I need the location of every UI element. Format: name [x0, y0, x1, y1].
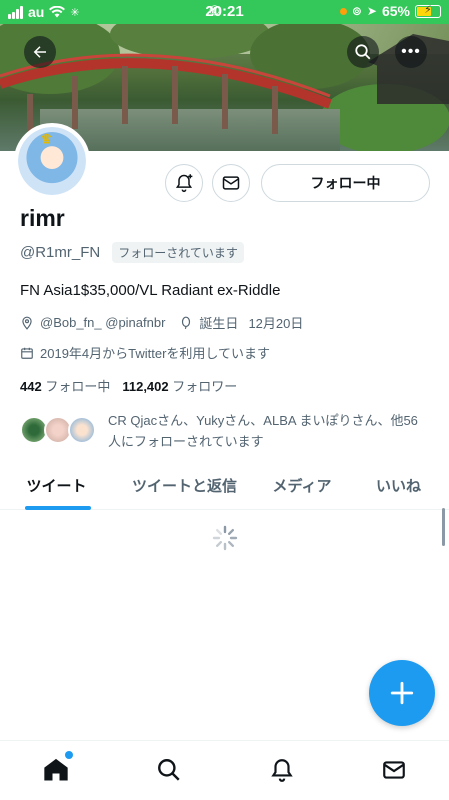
home-icon	[44, 758, 68, 781]
followers-label: フォロワー	[172, 379, 238, 394]
plus-icon	[390, 681, 414, 705]
phone-icon: ✆	[209, 3, 220, 18]
joined-text: 2019年4月からTwitterを利用しています	[40, 346, 271, 361]
followed-by-row[interactable]: CR Qjacさん、Yukyさん、ALBA まいぽりさん、他56人にフォローされ…	[20, 410, 430, 452]
battery-percent: 65%	[381, 3, 410, 19]
tab-label: ツイートと返信	[131, 477, 237, 495]
followed-by-text: CR Qjacさん、Yukyさん、ALBA まいぽりさん、他56人にフォローされ…	[108, 413, 418, 449]
birthday-label: 誕生日	[199, 316, 239, 331]
mail-icon	[383, 761, 405, 779]
profile-tabs: ツイート ツイートと返信 メディア いいね	[0, 462, 449, 510]
notification-dot	[65, 751, 73, 759]
tab-label: いいね	[375, 477, 421, 495]
active-tab-indicator	[25, 506, 91, 510]
rotation-lock-icon: ⊚	[351, 4, 362, 18]
mini-avatar	[68, 416, 96, 444]
more-horizontal-icon: •••	[401, 43, 421, 60]
compose-tweet-button[interactable]	[369, 660, 435, 726]
arrow-left-icon	[33, 46, 46, 58]
followers-stat[interactable]: 112,402 フォロワー	[122, 376, 237, 395]
location-icon: ➤	[366, 4, 377, 18]
charging-bolt-icon: ⚡	[424, 3, 432, 16]
notify-button[interactable]	[165, 164, 203, 202]
followed-by-avatars	[20, 416, 100, 446]
user-handle: @R1mr_FN	[20, 244, 101, 261]
status-bar: au ✳ 20:21 ✆ ⊚ ➤ 65% ⚡	[0, 0, 449, 24]
tab-label: メディア	[272, 477, 332, 495]
birthday-value: 12月20日	[248, 316, 304, 331]
loading-spinner-icon	[212, 525, 238, 551]
bottom-nav	[0, 740, 449, 800]
nav-messages[interactable]	[379, 755, 409, 785]
profile-bio: FN Asia1$35,000/VL Radiant ex-Riddle	[20, 282, 281, 299]
back-button[interactable]	[24, 36, 56, 68]
location-row: @Bob_fn_ @pinafnbr 誕生日 12月20日	[20, 313, 303, 332]
more-button[interactable]: •••	[395, 36, 427, 68]
tab-media[interactable]: メディア	[256, 462, 348, 508]
followers-count: 112,402	[122, 379, 169, 394]
nav-home[interactable]	[41, 751, 73, 785]
bell-plus-icon	[175, 174, 193, 193]
tab-tweets-and-replies[interactable]: ツイートと返信	[113, 462, 256, 508]
handle-row: @R1mr_FN フォローされています	[20, 242, 244, 263]
search-button[interactable]	[347, 36, 379, 68]
tab-label: ツイート	[26, 477, 87, 495]
bell-icon	[271, 759, 293, 782]
avatar[interactable]: ♛	[14, 123, 90, 199]
search-icon	[355, 44, 371, 60]
nav-notifications[interactable]	[267, 755, 297, 785]
scrollbar[interactable]	[442, 508, 445, 546]
tab-likes[interactable]: いいね	[348, 462, 449, 508]
mail-icon	[222, 176, 240, 190]
balloon-icon	[182, 316, 191, 329]
following-label: フォロー中	[45, 379, 111, 394]
following-button[interactable]: フォロー中	[261, 164, 430, 202]
follows-you-badge: フォローされています	[112, 242, 244, 263]
follow-stats: 442 フォロー中 112,402 フォロワー	[20, 376, 237, 395]
status-right: ✆ ⊚ ➤ 65% ⚡	[209, 3, 441, 19]
following-stat[interactable]: 442 フォロー中	[20, 376, 110, 395]
following-button-label: フォロー中	[310, 175, 381, 191]
nav-search[interactable]	[154, 755, 184, 785]
display-name: rimr	[20, 205, 65, 231]
location-text[interactable]: @Bob_fn_ @pinafnbr	[40, 315, 165, 330]
calendar-icon	[21, 347, 33, 359]
crown-icon: ♛	[40, 131, 53, 147]
joined-row: 2019年4月からTwitterを利用しています	[20, 343, 270, 362]
message-button[interactable]	[212, 164, 250, 202]
avatar-image: ♛	[18, 127, 86, 195]
location-pin-icon	[22, 316, 32, 330]
tab-tweets[interactable]: ツイート	[0, 462, 113, 510]
following-count: 442	[20, 379, 42, 394]
orange-dot-icon	[339, 7, 347, 15]
battery-icon: ⚡	[415, 3, 441, 18]
search-icon	[158, 759, 180, 781]
